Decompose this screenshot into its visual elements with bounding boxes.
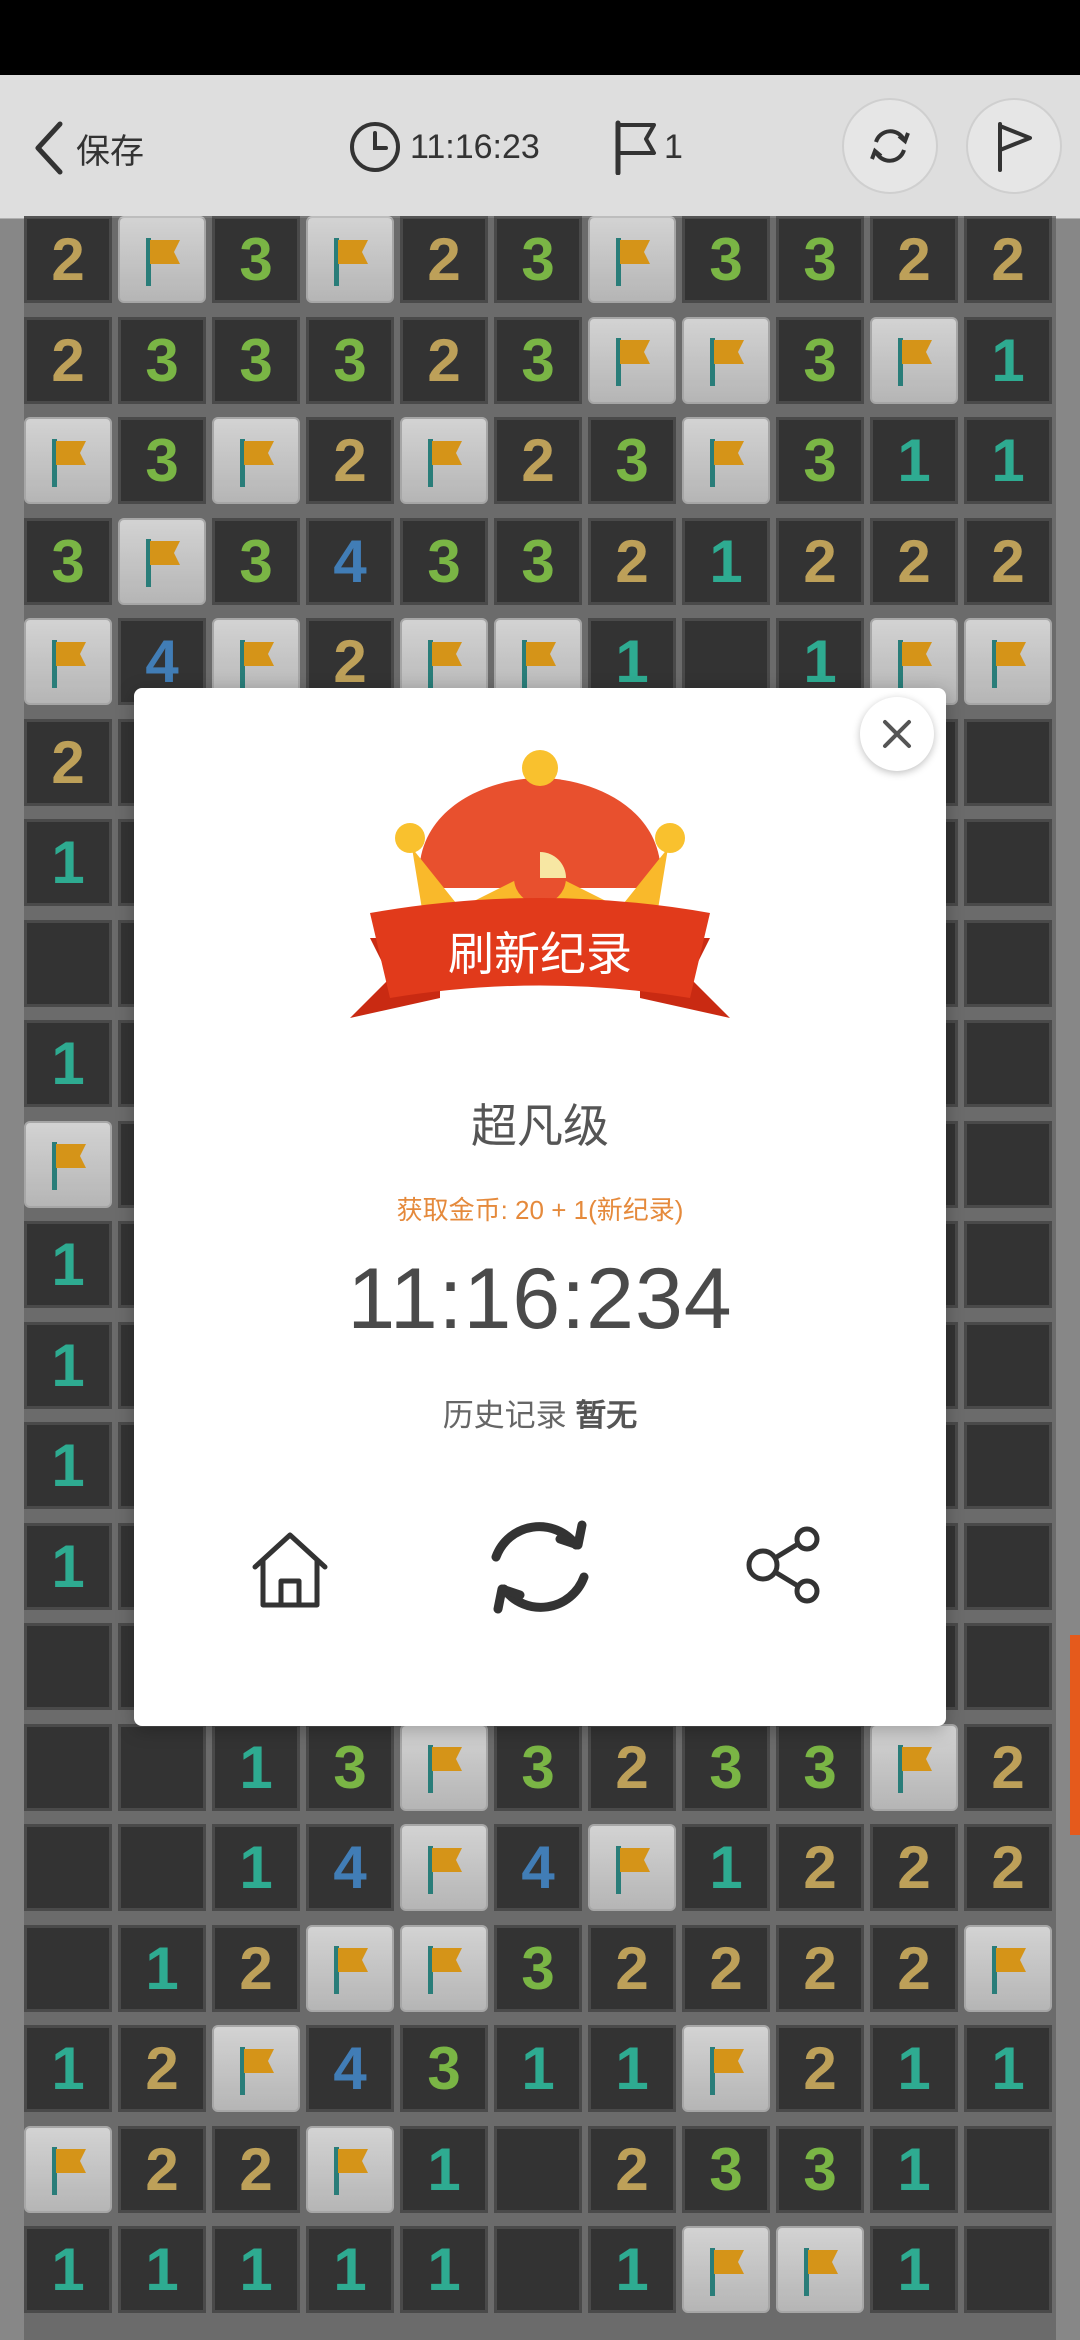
home-icon <box>252 1532 328 1608</box>
flag-counter: 1 <box>612 119 683 175</box>
history-value: 暂无 <box>575 1398 638 1433</box>
history-record: 历史记录 暂无 <box>134 1390 946 1435</box>
back-save-button[interactable]: 保存 <box>30 120 144 176</box>
flag-outline-icon <box>615 120 656 175</box>
banner-text: 刷新纪录 <box>448 927 632 981</box>
close-icon <box>883 720 911 748</box>
back-chevron-icon <box>35 121 63 175</box>
restart-button[interactable] <box>478 1505 602 1629</box>
top-bar: 保存 11:16:23 1 <box>0 75 1080 219</box>
timer: 11:16:23 <box>348 120 540 174</box>
record-time: 11:16:234 <box>347 1251 733 1347</box>
restart-icon <box>491 1520 589 1614</box>
coin-reward: 获取金币: 20 + 1(新纪录) <box>396 1195 684 1225</box>
refresh-button[interactable] <box>842 98 938 194</box>
difficulty-level: 超凡级 <box>471 1100 609 1152</box>
crown-record-badge: 刷新纪录 <box>350 750 730 1018</box>
home-button[interactable] <box>240 1520 340 1620</box>
close-dialog-button[interactable] <box>860 697 934 771</box>
share-icon <box>746 1526 820 1604</box>
scroll-indicator[interactable] <box>1070 1635 1080 1835</box>
save-label: 保存 <box>76 132 144 171</box>
timer-value: 11:16:23 <box>410 127 540 166</box>
share-button[interactable] <box>740 1520 830 1610</box>
status-bar <box>0 0 1080 75</box>
history-label: 历史记录 <box>442 1398 567 1433</box>
refresh-icon <box>870 129 910 163</box>
flag-count: 1 <box>664 127 683 166</box>
flag-mode-icon <box>998 122 1032 172</box>
play-flag-button[interactable] <box>966 98 1062 194</box>
clock-icon <box>350 122 400 172</box>
